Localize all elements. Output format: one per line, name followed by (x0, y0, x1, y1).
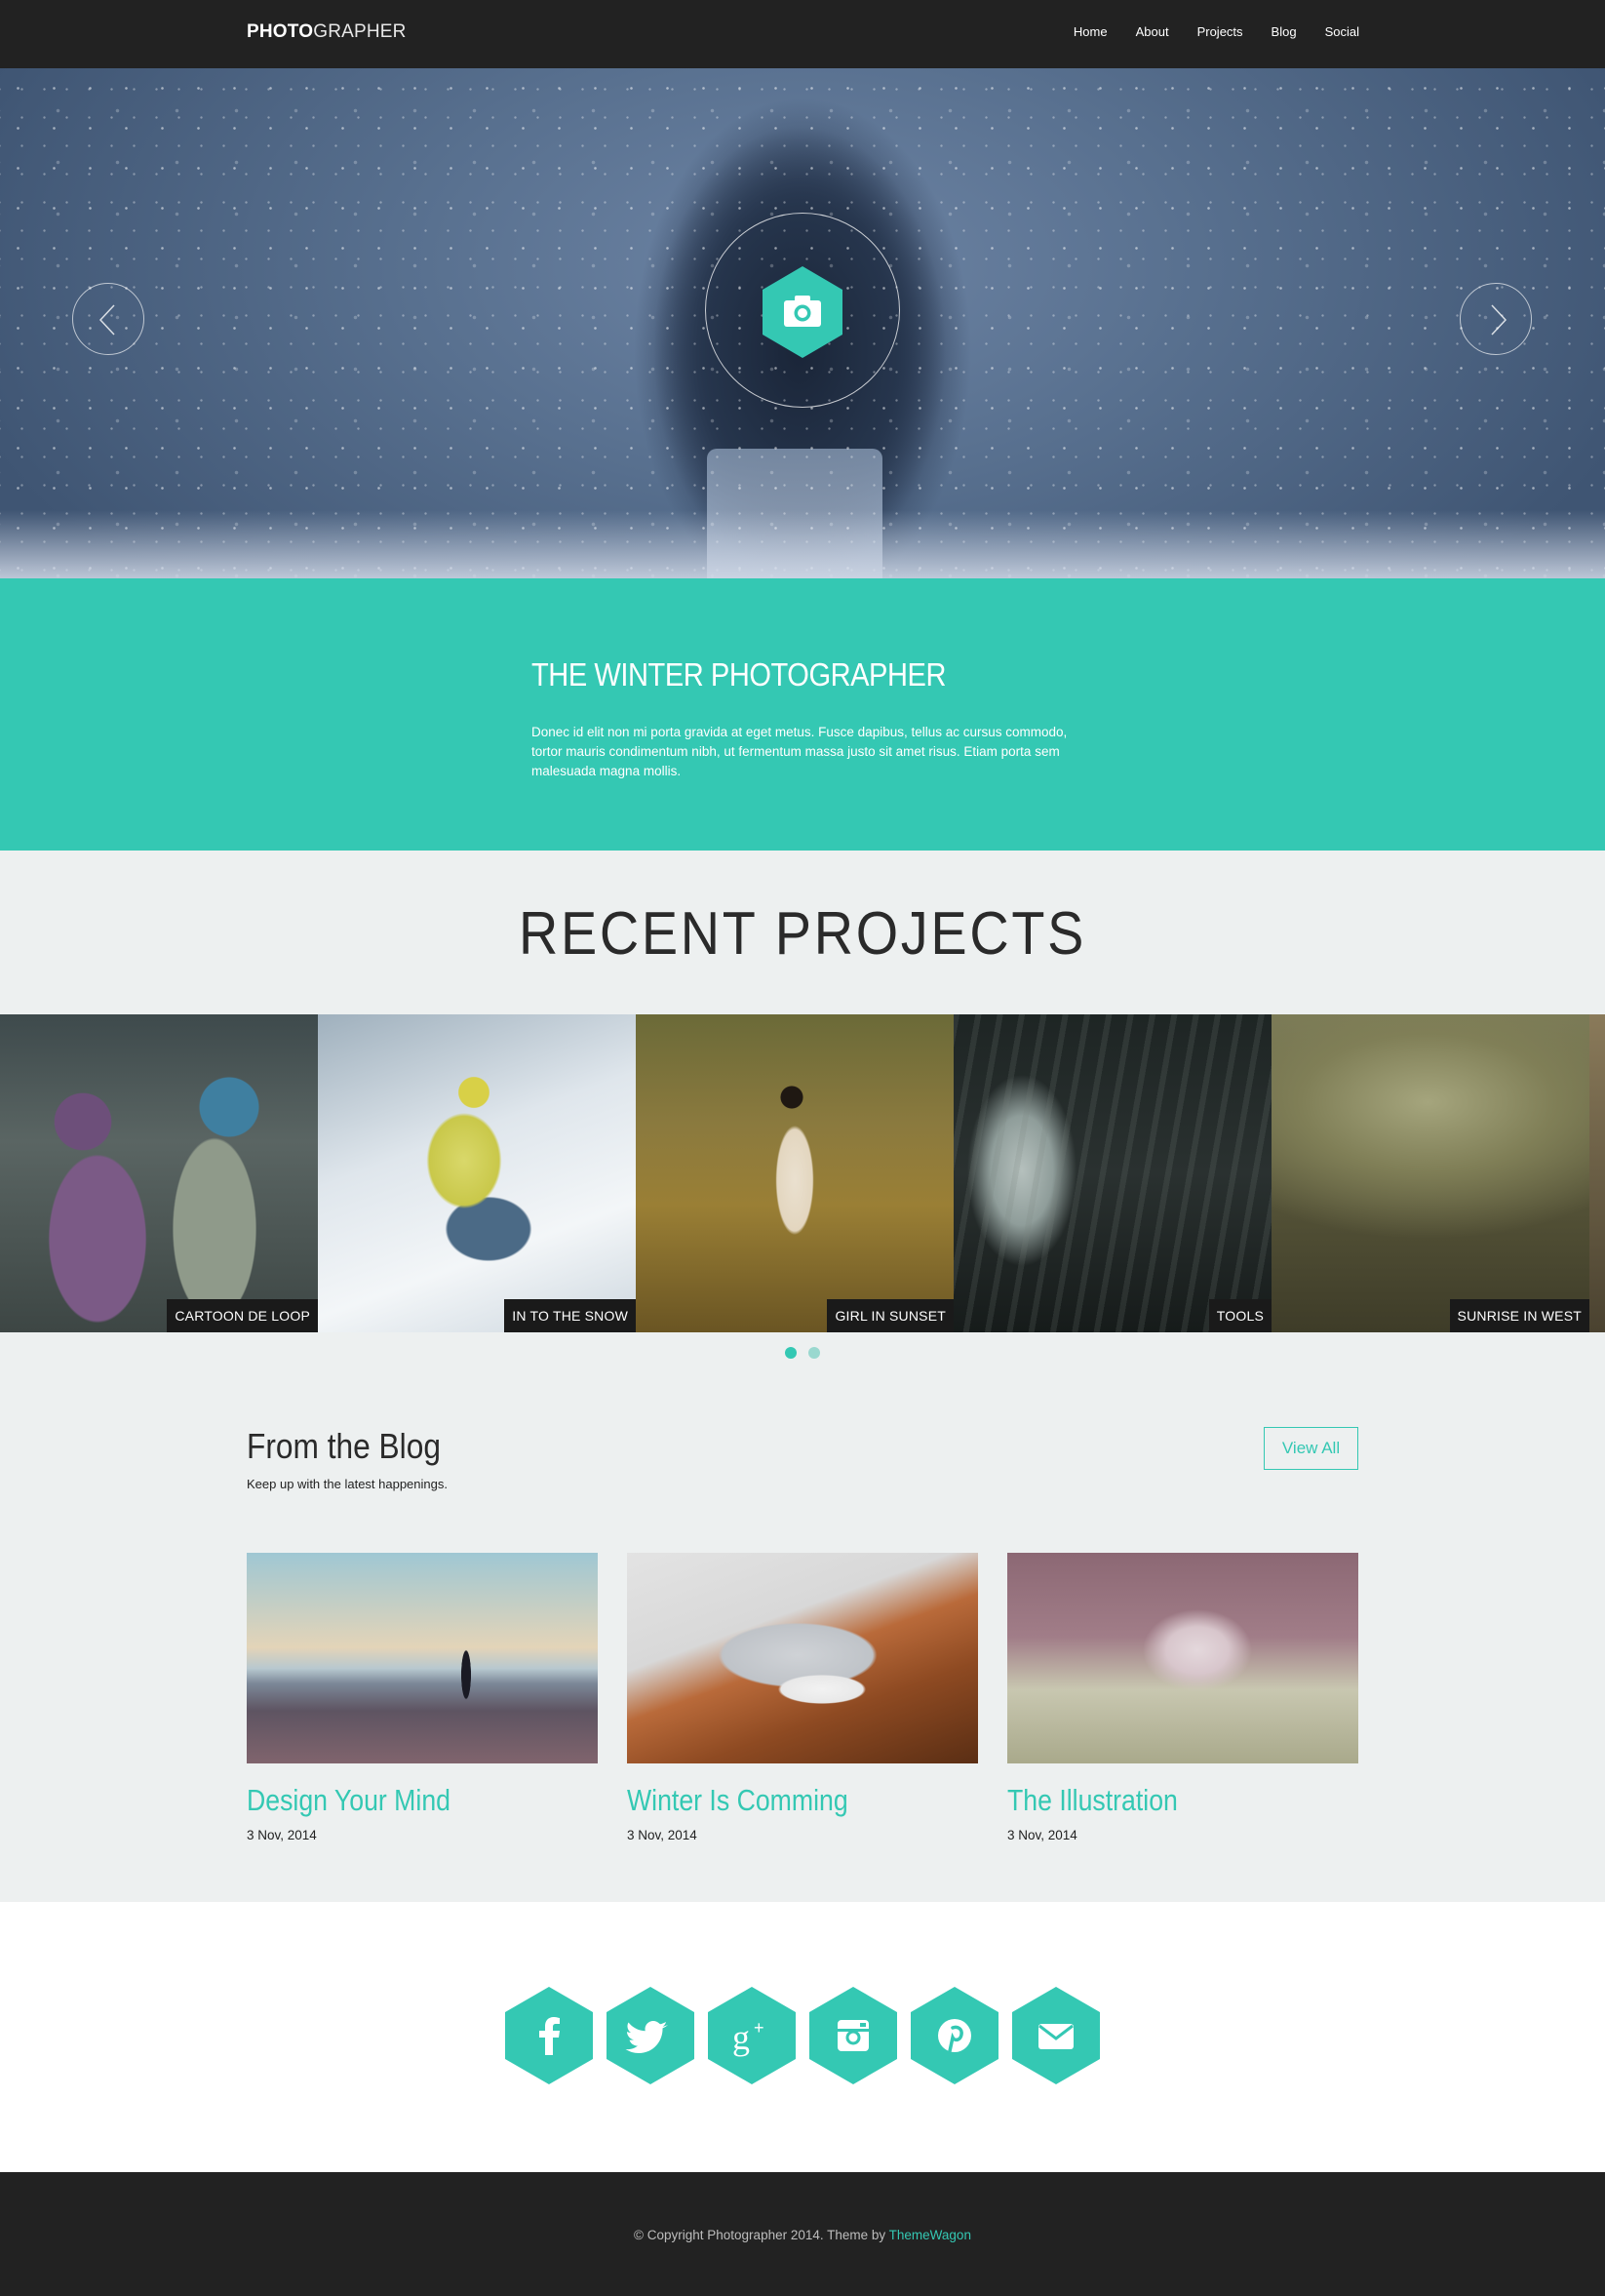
blog-post-card: Winter Is Comming 3 Nov, 2014 (627, 1553, 978, 1842)
blog-post-date: 3 Nov, 2014 (627, 1828, 697, 1842)
blog-post-image[interactable] (1007, 1553, 1358, 1763)
blog-post-title[interactable]: Winter Is Comming (627, 1783, 929, 1818)
blog-post-title[interactable]: The Illustration (1007, 1783, 1310, 1818)
project-label: IN TO THE SNOW (504, 1299, 636, 1332)
project-label: CARTOON DE LOOP (167, 1299, 318, 1332)
blog-post-title[interactable]: Design Your Mind (247, 1783, 549, 1818)
project-card[interactable]: IN TO THE SNOW (318, 1014, 636, 1332)
blog-title: From the Blog (247, 1426, 441, 1466)
instagram-icon[interactable] (802, 1985, 904, 2086)
project-card[interactable]: SUNRISE IN WEST (1272, 1014, 1589, 1332)
project-card[interactable]: GIRL IN SUNSET (636, 1014, 954, 1332)
nav-item-home[interactable]: Home (1074, 24, 1108, 39)
google-plus-icon[interactable]: g + (701, 1985, 802, 2086)
blog-post-date: 3 Nov, 2014 (1007, 1828, 1077, 1842)
facebook-icon[interactable] (498, 1985, 600, 2086)
camera-icon (754, 263, 851, 361)
chevron-right-icon (1491, 304, 1507, 336)
blog-post-image[interactable] (627, 1553, 978, 1763)
footer: © Copyright Photographer 2014. Theme by … (0, 2172, 1605, 2296)
logo-bold-text: PHOTO (247, 21, 314, 42)
footer-copyright: © Copyright Photographer 2014. Theme by … (0, 2228, 1605, 2242)
blog-post-card: Design Your Mind 3 Nov, 2014 (247, 1553, 598, 1842)
recent-projects-title: RECENT PROJECTS (518, 900, 1087, 968)
logo-light-text: GRAPHER (313, 21, 407, 42)
blog-subtitle: Keep up with the latest happenings. (247, 1477, 448, 1491)
footer-themewagon-link[interactable]: ThemeWagon (889, 2228, 971, 2242)
intro-section: THE WINTER PHOTOGRAPHER Donec id elit no… (0, 578, 1605, 851)
carousel-pagination (0, 1346, 1605, 1364)
svg-text:+: + (754, 2018, 764, 2038)
twitter-icon[interactable] (600, 1985, 701, 2086)
nav-item-projects[interactable]: Projects (1197, 24, 1243, 39)
nav-menu: Home About Projects Blog Social (1045, 24, 1359, 39)
hero-ground (0, 510, 1605, 578)
slider-next-button[interactable] (1460, 283, 1532, 355)
blog-post-date: 3 Nov, 2014 (247, 1828, 317, 1842)
blog-post-card: The Illustration 3 Nov, 2014 (1007, 1553, 1358, 1842)
projects-carousel: CARTOON DE LOOP IN TO THE SNOW GIRL IN S… (0, 1014, 1605, 1332)
site-logo[interactable]: PHOTOGRAPHER (247, 21, 407, 43)
project-label: TOOLS (1208, 1299, 1272, 1332)
footer-text: © Copyright Photographer 2014. Theme by (634, 2228, 889, 2242)
email-icon[interactable] (1005, 1985, 1107, 2086)
project-card[interactable]: CARTOON DE LOOP (0, 1014, 318, 1332)
pinterest-icon[interactable] (904, 1985, 1005, 2086)
nav-item-blog[interactable]: Blog (1272, 24, 1297, 39)
project-card-partial[interactable] (1589, 1014, 1605, 1332)
carousel-dot-1[interactable] (785, 1347, 797, 1359)
svg-text:g: g (732, 2018, 750, 2057)
carousel-dot-2[interactable] (808, 1347, 820, 1359)
blog-post-image[interactable] (247, 1553, 598, 1763)
intro-text: Donec id elit non mi porta gravida at eg… (531, 725, 1068, 778)
intro-title: THE WINTER PHOTOGRAPHER (531, 656, 946, 693)
social-section: g + (0, 1902, 1605, 2172)
project-card[interactable]: TOOLS (954, 1014, 1272, 1332)
chevron-left-icon (98, 304, 115, 336)
nav-item-social[interactable]: Social (1325, 24, 1359, 39)
project-label: SUNRISE IN WEST (1449, 1299, 1589, 1332)
top-navbar: PHOTOGRAPHER Home About Projects Blog So… (0, 0, 1605, 68)
view-all-button[interactable]: View All (1264, 1427, 1358, 1470)
project-label: GIRL IN SUNSET (827, 1299, 954, 1332)
nav-item-about[interactable]: About (1136, 24, 1169, 39)
slider-prev-button[interactable] (72, 283, 144, 355)
